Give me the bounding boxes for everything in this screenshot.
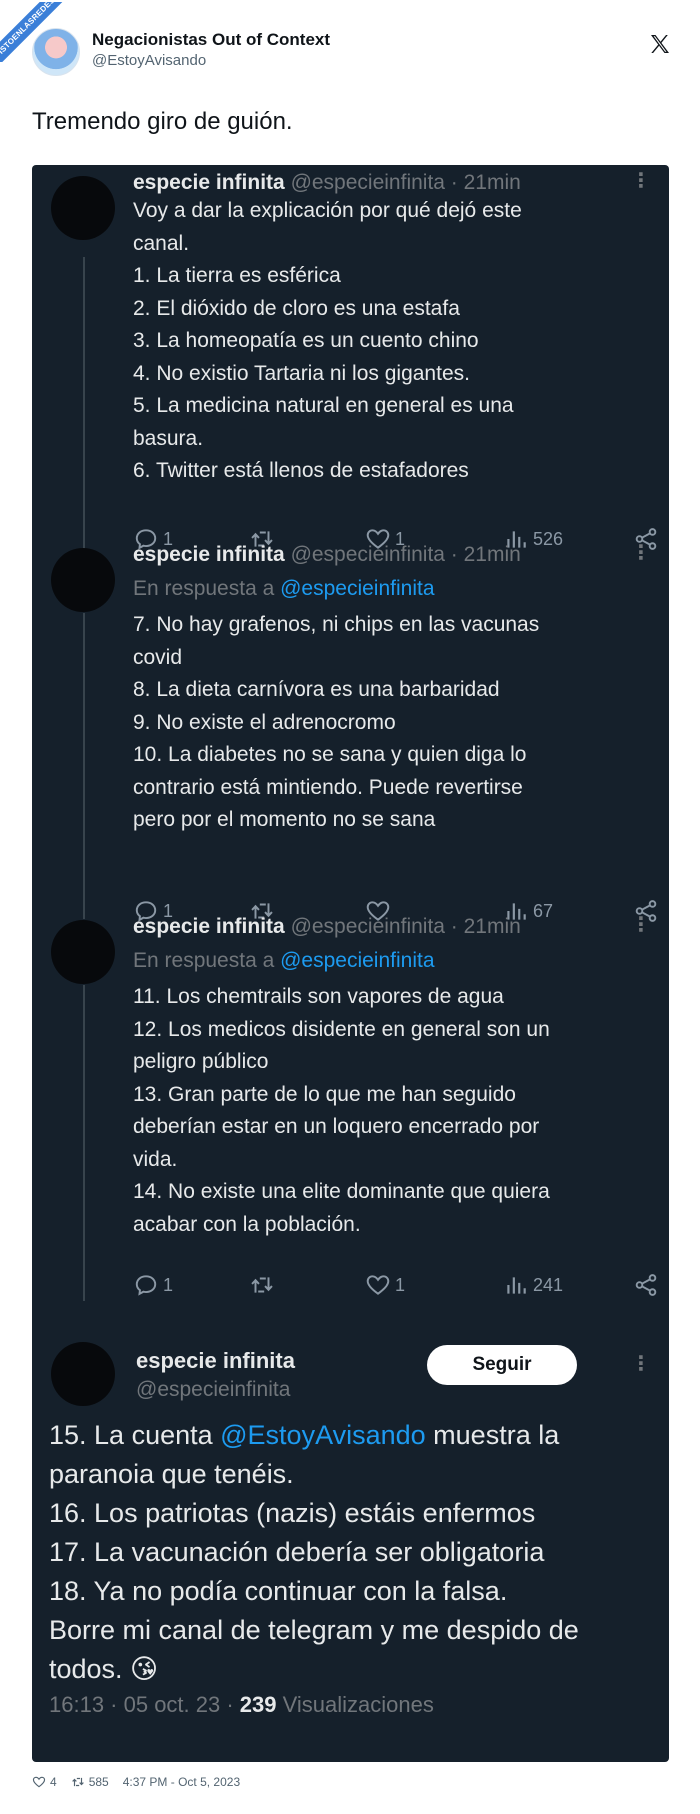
tweet-text: 15. La cuenta @EstoyAvisando muestra la … <box>49 1420 579 1684</box>
tweet-author[interactable]: especie infinita <box>136 1348 295 1374</box>
embedded-screenshot: especie infinita @especieinfinita · 21mi… <box>32 165 669 1762</box>
x-logo-icon[interactable] <box>648 32 672 56</box>
mention-link[interactable]: @especieinfinita <box>280 949 434 972</box>
more-options-icon[interactable]: ⋮ <box>631 915 651 935</box>
tweet-text: Voy a dar la explicación por qué dejó es… <box>133 199 522 482</box>
tweet-author[interactable]: especie infinita @especieinfinita · 21mi… <box>133 543 521 567</box>
avatar[interactable] <box>51 176 115 240</box>
embed-header: Negacionistas Out of Context @EstoyAvisa… <box>32 22 672 82</box>
tweet-author[interactable]: especie infinita @especieinfinita · 21mi… <box>133 171 521 195</box>
views-count: 239 <box>239 1692 277 1717</box>
views-button[interactable]: 241 <box>503 1271 563 1299</box>
more-options-icon[interactable]: ⋮ <box>631 1354 651 1374</box>
tweet-timestamp: 16:13 · 05 oct. 23 · 239 Visualizaciones <box>49 1692 434 1717</box>
share-button[interactable] <box>633 1271 659 1299</box>
tweet-actions: 1 1 241 <box>133 1271 657 1299</box>
views-icon <box>507 1277 526 1294</box>
avatar[interactable] <box>51 920 115 984</box>
retweet-button[interactable] <box>249 1271 279 1299</box>
thread-line <box>83 613 85 919</box>
embed-footer: 4 585 4:37 PM - Oct 5, 2023 <box>32 1772 254 1792</box>
mention-link[interactable]: @especieinfinita <box>280 577 434 600</box>
tweet-author[interactable]: especie infinita @especieinfinita · 21mi… <box>133 915 521 939</box>
post-date[interactable]: 4:37 PM - Oct 5, 2023 <box>123 1775 240 1789</box>
tweet-caption: Tremendo giro de guión. <box>32 108 293 135</box>
heart-icon <box>366 1275 390 1295</box>
reply-context: En respuesta a @especieinfinita <box>133 577 435 600</box>
author-handle[interactable]: @EstoyAvisando <box>92 52 206 69</box>
retweet-icon <box>251 1277 273 1293</box>
share-icon <box>635 1274 657 1296</box>
like-count[interactable]: 4 <box>32 1775 57 1789</box>
avatar[interactable] <box>51 548 115 612</box>
retweet-count[interactable]: 585 <box>71 1775 109 1789</box>
thread-line <box>83 985 85 1301</box>
tweet-text: 11. Los chemtrails son vapores de agua 1… <box>133 985 550 1236</box>
heart-icon <box>32 1776 46 1788</box>
tweet-handle[interactable]: @especieinfinita <box>136 1378 290 1402</box>
reply-button[interactable]: 1 <box>133 1271 173 1299</box>
avatar[interactable] <box>51 1342 115 1406</box>
reply-context: En respuesta a @especieinfinita <box>133 949 435 972</box>
author-name[interactable]: Negacionistas Out of Context <box>92 30 330 50</box>
retweet-icon <box>71 1777 84 1787</box>
more-options-icon[interactable]: ⋮ <box>631 171 651 191</box>
mention-link[interactable]: @EstoyAvisando <box>220 1420 426 1450</box>
tweet-text: 7. No hay grafenos, ni chips en las vacu… <box>133 613 540 831</box>
reply-icon <box>135 1275 157 1296</box>
like-button[interactable]: 1 <box>365 1271 405 1299</box>
follow-button[interactable]: Seguir <box>427 1345 577 1385</box>
more-options-icon[interactable]: ⋮ <box>631 543 651 563</box>
avatar[interactable] <box>32 28 80 76</box>
